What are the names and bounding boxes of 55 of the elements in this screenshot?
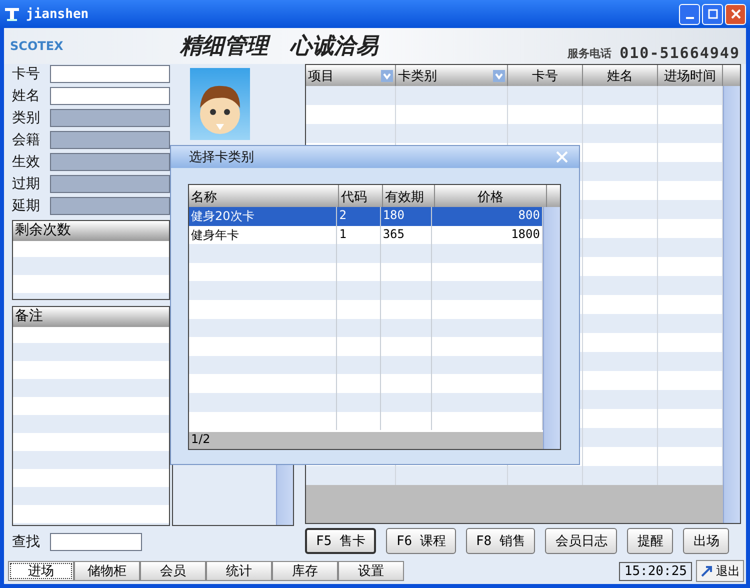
action-button[interactable]: 出场 [683, 528, 730, 554]
search-field[interactable] [50, 533, 142, 551]
avatar-cartoon-drawing [190, 68, 250, 140]
input-field[interactable] [50, 87, 170, 105]
dialog-title: 选择卡类别 [189, 149, 254, 166]
input-field[interactable] [50, 175, 170, 193]
panel-header: 剩余次数 [13, 221, 169, 241]
maximize-icon [708, 9, 718, 19]
dropdown-icon[interactable] [381, 70, 393, 82]
panel-header: 备注 [13, 307, 169, 327]
slogan: 精细管理 心诚洽易 [180, 32, 378, 61]
action-button[interactable]: F6 课程 [386, 528, 456, 554]
tab[interactable]: 储物柜 [74, 561, 140, 581]
clock: 15:20:25 [619, 562, 692, 580]
minimize-button[interactable] [679, 4, 700, 24]
search-label: 查找 [12, 533, 41, 551]
action-button[interactable]: F5 售卡 [305, 528, 376, 554]
tab[interactable]: 库存 [272, 561, 338, 581]
scrollbar[interactable] [543, 207, 560, 449]
close-icon[interactable] [555, 150, 569, 164]
field-label: 生效 [12, 153, 41, 171]
arrow-icon [700, 564, 714, 578]
close-button[interactable] [725, 4, 746, 24]
table-row[interactable]: 健身年卡 1 365 1800 [189, 226, 543, 244]
scrollbar[interactable] [723, 86, 740, 523]
dropdown-icon[interactable] [493, 70, 505, 82]
action-button[interactable]: 提醒 [627, 528, 674, 554]
field-label: 姓名 [12, 87, 41, 105]
field-label: 过期 [12, 175, 41, 193]
page-indicator: 1/2 [189, 432, 543, 449]
logo: SCOTEX [10, 39, 64, 53]
field-label: 会籍 [12, 131, 41, 149]
tab[interactable]: 设置 [338, 561, 404, 581]
phone-number: 010-51664949 [620, 44, 740, 62]
tab[interactable]: 进场 [8, 561, 74, 581]
maximize-button[interactable] [702, 4, 723, 24]
input-field[interactable] [50, 197, 170, 215]
action-button[interactable]: 会员日志 [545, 528, 618, 554]
input-field[interactable] [50, 109, 170, 127]
exit-button[interactable]: 退出 [696, 560, 744, 582]
phone-label: 服务电话 [568, 46, 612, 60]
minimize-icon [686, 17, 694, 19]
input-field[interactable] [50, 153, 170, 171]
input-field[interactable] [50, 131, 170, 149]
table-row[interactable]: 健身20次卡 2 180 800 [189, 207, 543, 226]
app-icon [4, 6, 20, 22]
field-label: 延期 [12, 197, 41, 215]
close-icon [730, 9, 740, 19]
action-button[interactable]: F8 销售 [466, 528, 536, 554]
field-label: 卡号 [12, 65, 41, 83]
field-label: 类别 [12, 109, 41, 127]
input-field[interactable] [50, 65, 170, 83]
tab[interactable]: 统计 [206, 561, 272, 581]
window-title: jianshen [26, 6, 89, 22]
tab[interactable]: 会员 [140, 561, 206, 581]
